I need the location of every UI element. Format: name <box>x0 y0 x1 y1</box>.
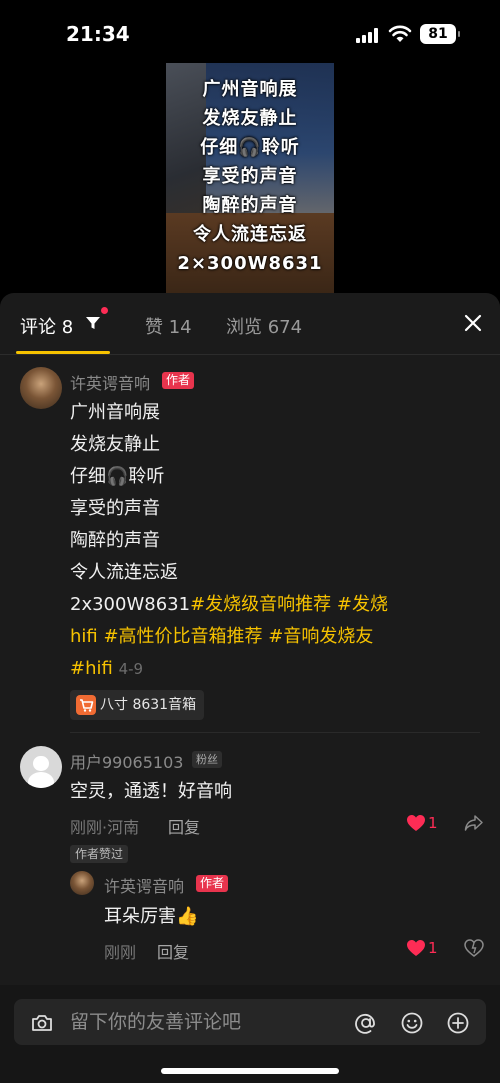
post-line: 发烧友静止 <box>70 434 160 455</box>
comment-meta: 刚刚·河南 <box>70 818 140 837</box>
avatar[interactable] <box>20 746 62 788</box>
video-line: 享受的声音 <box>202 166 298 187</box>
cellular-signal-icon <box>356 27 380 43</box>
video-thumbnail[interactable]: 广州音响展 发烧友静止 仔细🎧聆听 享受的声音 陶醉的声音 令人流连忘返 2×3… <box>166 63 334 295</box>
emoji-icon[interactable] <box>400 1011 424 1035</box>
comment-input[interactable] <box>70 999 340 1045</box>
wifi-icon <box>388 25 412 42</box>
post-line: 享受的声音 <box>70 498 160 519</box>
hashtag-link[interactable]: hifi #高性价比音箱推荐 #音响发烧友 <box>70 621 373 653</box>
add-icon[interactable] <box>446 1011 470 1035</box>
dislike-icon[interactable] <box>464 939 484 957</box>
video-caption: 广州音响展 发烧友静止 仔细🎧聆听 享受的声音 陶醉的声音 令人流连忘返 2×3… <box>166 75 334 278</box>
video-line: 2×300W8631 <box>177 253 323 274</box>
at-mention-icon[interactable] <box>354 1011 378 1035</box>
status-time: 21:34 <box>66 22 130 46</box>
avatar[interactable] <box>70 871 94 895</box>
video-line: 发烧友静止 <box>202 108 298 129</box>
divider <box>70 732 480 733</box>
commenter-name[interactable]: 用户99065103 <box>70 749 183 773</box>
author-badge: 作者 <box>162 372 195 389</box>
comment-text: 空灵，通透！好音响 <box>70 781 232 802</box>
status-bar: 21:34 81 <box>0 0 500 62</box>
filter-icon[interactable] <box>85 315 101 331</box>
fan-badge: 粉丝 <box>192 751 222 768</box>
post-line: #hifi 4-9 <box>70 653 143 685</box>
reply-text: 耳朵厉害👍 <box>104 906 199 927</box>
reply-button[interactable]: 回复 <box>168 814 200 838</box>
video-line: 仔细🎧聆听 <box>200 137 300 158</box>
tab-views[interactable]: 浏览 674 <box>226 313 302 339</box>
author-name[interactable]: 许英谔音响 <box>70 370 150 394</box>
post-line: 2x300W8631#发烧级音响推荐 #发烧 <box>70 589 388 621</box>
tab-likes[interactable]: 赞 14 <box>145 313 192 339</box>
avatar[interactable] <box>20 367 62 409</box>
video-line: 令人流连忘返 <box>193 224 307 245</box>
video-line: 广州音响展 <box>202 79 298 100</box>
reply-meta: 刚刚 <box>104 943 137 962</box>
video-line: 陶醉的声音 <box>202 195 298 216</box>
post-line: 广州音响展 <box>70 402 160 423</box>
battery-icon: 81 <box>420 24 460 44</box>
comment-input-box[interactable] <box>14 999 486 1045</box>
liked-by-author-tag: 作者赞过 <box>70 845 129 863</box>
tab-comments[interactable]: 评论 8 <box>20 313 73 339</box>
hashtag-link[interactable]: #发烧级音响推荐 #发烧 <box>190 594 388 615</box>
reply-button[interactable]: 回复 <box>157 939 189 963</box>
post-line: 令人流连忘返 <box>70 562 178 583</box>
close-icon[interactable] <box>463 313 483 333</box>
like-count: 1 <box>428 939 438 957</box>
active-tab-indicator <box>16 351 110 354</box>
post-line: 陶醉的声音 <box>70 530 160 551</box>
notification-dot <box>101 307 108 314</box>
author-badge: 作者 <box>196 875 229 892</box>
home-indicator <box>161 1068 339 1074</box>
post-model-text: 2x300W8631 <box>70 594 191 615</box>
camera-icon[interactable] <box>30 1011 54 1035</box>
author-name[interactable]: 许英谔音响 <box>104 873 184 897</box>
heart-icon[interactable] <box>406 814 426 832</box>
product-link[interactable]: 八寸 8631音箱 <box>70 690 205 720</box>
tab-bar: 评论 8 赞 14 浏览 674 <box>0 293 500 355</box>
shopping-cart-icon <box>76 695 96 715</box>
post-line: 仔细🎧聆听 <box>70 466 165 487</box>
hashtag-link[interactable]: #hifi <box>70 658 113 679</box>
heart-icon[interactable] <box>406 939 426 957</box>
product-name: 八寸 8631音箱 <box>100 697 197 713</box>
share-reply-icon[interactable] <box>464 814 484 832</box>
like-count: 1 <box>428 814 438 832</box>
post-date: 4-9 <box>118 660 144 678</box>
